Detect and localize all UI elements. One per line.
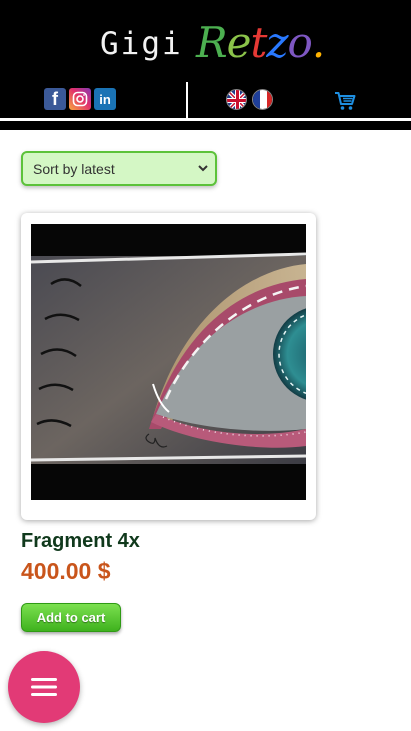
sort-selected-value: Sort by latest bbox=[33, 160, 115, 177]
site-logo[interactable]: Gigi Retzo. bbox=[0, 18, 411, 80]
header-underline bbox=[0, 118, 411, 121]
menu-button[interactable] bbox=[8, 651, 80, 723]
logo-letter: . bbox=[311, 18, 325, 67]
product-title[interactable]: Fragment 4x bbox=[21, 530, 140, 553]
product-card[interactable] bbox=[21, 213, 316, 520]
facebook-icon[interactable]: f bbox=[44, 88, 66, 110]
logo-first-word: Gigi bbox=[100, 26, 183, 62]
header-divider bbox=[186, 82, 188, 118]
logo-letter: e bbox=[226, 18, 252, 67]
logo-letter: R bbox=[196, 18, 228, 67]
cart-icon[interactable] bbox=[334, 90, 356, 112]
product-image[interactable] bbox=[31, 224, 306, 500]
chevron-down-icon bbox=[198, 165, 208, 172]
language-switcher bbox=[226, 89, 273, 110]
add-to-cart-button[interactable]: Add to cart bbox=[21, 603, 121, 632]
social-links: f in bbox=[44, 88, 116, 110]
french-flag-icon[interactable] bbox=[252, 89, 273, 110]
sort-select[interactable]: Sort by latest bbox=[21, 151, 217, 186]
instagram-icon[interactable] bbox=[69, 88, 91, 110]
logo-letter: z bbox=[266, 18, 288, 67]
header-nav-row: f in bbox=[0, 82, 411, 118]
logo-letter: t bbox=[250, 18, 267, 67]
english-flag-icon[interactable] bbox=[226, 89, 247, 110]
linkedin-icon[interactable]: in bbox=[94, 88, 116, 110]
logo-letter: o bbox=[287, 18, 313, 67]
site-header: Gigi Retzo. f in bbox=[0, 0, 411, 130]
logo-second-word: Retzo. bbox=[196, 18, 325, 67]
menu-icon bbox=[31, 678, 57, 696]
product-price: 400.00 $ bbox=[21, 558, 111, 584]
